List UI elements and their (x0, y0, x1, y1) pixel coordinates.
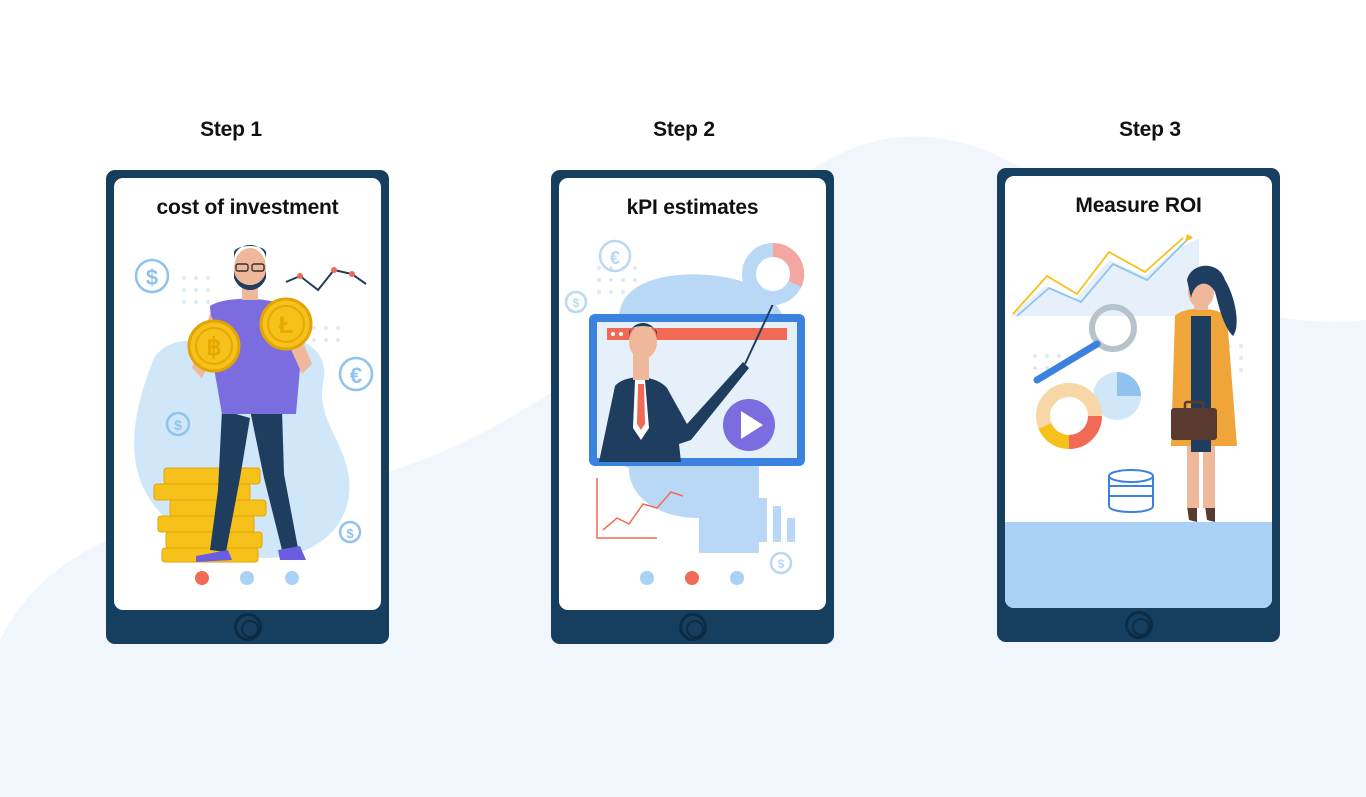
pagination-dot-active (685, 571, 699, 585)
presenter-illustration: € $ $ (564, 239, 805, 575)
screen-title: cost of investment (156, 196, 339, 219)
pagination-dot (285, 571, 299, 585)
pagination-dots (559, 571, 826, 587)
tablet-step-3: Measure ROI (997, 168, 1280, 642)
pagination-dot-active (195, 571, 209, 585)
svg-text:$: $ (174, 417, 182, 433)
roi-steps-illustration: Step 1 ฿ Ł $ € $ $ cost of investment St… (0, 0, 1366, 797)
step-2-label: Step 2 (653, 118, 715, 141)
pagination-dots (114, 571, 381, 587)
svg-text:฿: ฿ (206, 334, 221, 361)
svg-text:$: $ (573, 296, 580, 310)
pagination-dot (640, 571, 654, 585)
pagination-dot (240, 571, 254, 585)
step-1-label: Step 1 (200, 118, 262, 141)
home-button (234, 613, 262, 641)
tablet-screen: Measure ROI (1005, 176, 1272, 608)
tablet-screen: € $ $ kPI estimates (559, 178, 826, 610)
svg-text:€: € (610, 248, 620, 268)
man-with-coins-illustration: ฿ Ł $ € $ $ (134, 245, 374, 563)
svg-text:€: € (350, 363, 362, 388)
screen-title: Measure ROI (1075, 194, 1202, 217)
svg-text:Ł: Ł (279, 312, 294, 339)
svg-text:$: $ (778, 557, 785, 571)
tablet-step-2: € $ $ kPI estimates (551, 170, 834, 644)
svg-text:$: $ (146, 265, 158, 290)
woman-with-charts-illustration (1005, 234, 1272, 608)
home-button (679, 613, 707, 641)
tablet-screen: ฿ Ł $ € $ $ cost of investment (114, 178, 381, 610)
pagination-dot (730, 571, 744, 585)
home-button (1125, 611, 1153, 639)
step-3-label: Step 3 (1119, 118, 1181, 141)
svg-text:$: $ (346, 526, 354, 541)
tablet-step-1: ฿ Ł $ € $ $ cost of investment (106, 170, 389, 644)
screen-title: kPI estimates (626, 196, 759, 219)
